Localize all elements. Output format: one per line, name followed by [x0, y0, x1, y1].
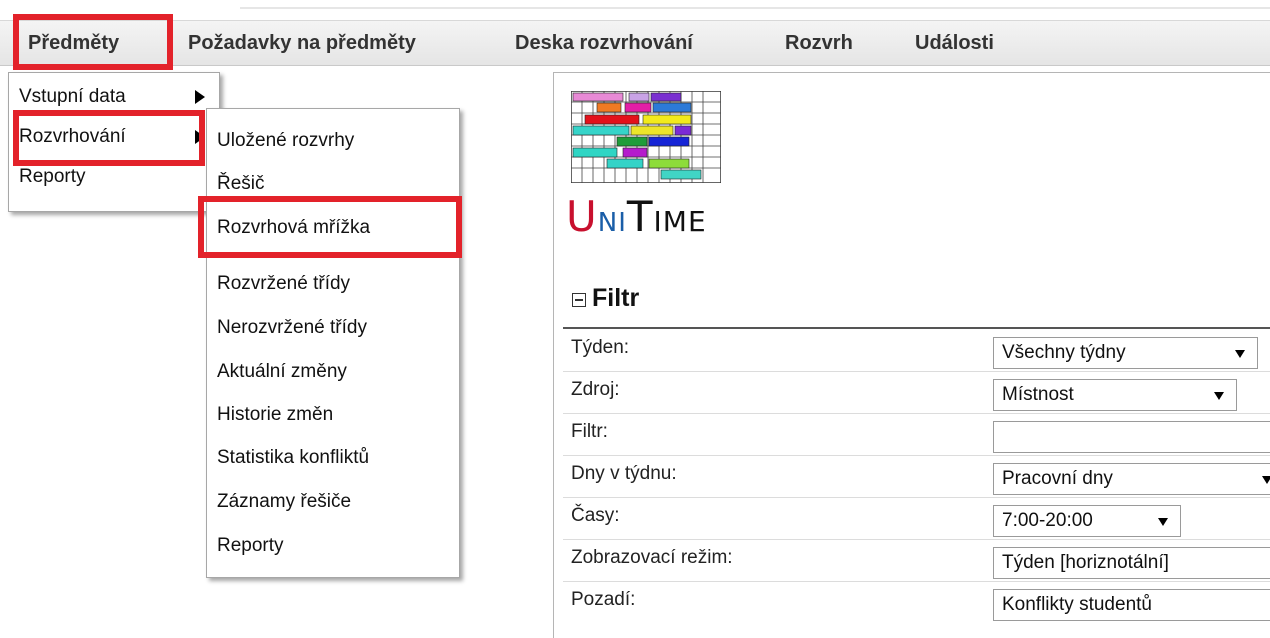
filter-label: Zobrazovací režim: — [571, 547, 733, 568]
chevron-down-icon — [1235, 350, 1245, 358]
menu-pozadavky-na-predmety[interactable]: Požadavky na předměty — [188, 21, 416, 65]
submenu-ulozene-rozvrhy[interactable]: Uložené rozvrhy — [207, 121, 459, 161]
menu-udalosti[interactable]: Události — [915, 21, 994, 65]
days-select[interactable]: Pracovní dny — [993, 463, 1270, 495]
logo-letters-ni: NI — [597, 208, 627, 238]
filter-row-tyden: Týden: Všechny týdny — [563, 329, 1270, 372]
menu-item-vstupni-data[interactable]: Vstupní data — [9, 77, 219, 117]
logo-letter-t: T — [626, 192, 654, 241]
chevron-right-icon — [195, 90, 205, 104]
submenu-rozvrhova-mrizka[interactable]: Rozvrhová mřížka — [207, 208, 459, 248]
times-select-value: 7:00-20:00 — [1002, 510, 1093, 531]
filter-row-filtr: Filtr: — [563, 413, 1270, 456]
menu-deska-rozvrhovani[interactable]: Deska rozvrhování — [515, 21, 693, 65]
menu-item-label: Rozvrhování — [19, 126, 126, 147]
display-mode-value: Týden [horiznotální] — [1002, 552, 1169, 573]
filter-title: Filtr — [592, 284, 640, 312]
logo-letters-ime: IME — [653, 205, 707, 238]
days-select-value: Pracovní dny — [1002, 468, 1113, 489]
filter-row-pozadi: Pozadí: Konflikty studentů — [563, 581, 1270, 623]
collapse-toggle-icon[interactable] — [572, 293, 586, 307]
submenu-aktualni-zmeny[interactable]: Aktuální změny — [207, 352, 459, 392]
filter-row-rezim: Zobrazovací režim: Týden [horiznotální] — [563, 539, 1270, 582]
main-menubar: Předměty Požadavky na předměty Deska roz… — [0, 20, 1270, 66]
unitime-wordmark: UNITIME — [566, 192, 707, 241]
rozvrhovani-submenu: Uložené rozvrhy Řešič Rozvrhová mřížka R… — [206, 108, 460, 578]
chevron-down-icon — [1214, 392, 1224, 400]
filter-label: Zdroj: — [571, 379, 620, 400]
display-mode-select[interactable]: Týden [horiznotální] — [993, 547, 1270, 579]
filter-row-dny: Dny v týdnu: Pracovní dny — [563, 455, 1270, 498]
chevron-right-icon — [195, 130, 205, 144]
logo-letter-u: U — [566, 192, 598, 241]
menu-item-label: Vstupní data — [19, 86, 126, 107]
menu-item-rozvrhovani[interactable]: Rozvrhování — [9, 117, 219, 157]
submenu-nerozvrzene-tridy[interactable]: Nerozvržené třídy — [207, 308, 459, 348]
resource-select[interactable]: Místnost — [993, 379, 1237, 411]
week-select[interactable]: Všechny týdny — [993, 337, 1258, 369]
filter-label: Týden: — [571, 337, 630, 358]
menu-rozvrh[interactable]: Rozvrh — [785, 21, 853, 65]
filter-row-casy: Časy: 7:00-20:00 — [563, 497, 1270, 540]
menu-item-label: Reporty — [19, 166, 86, 187]
filter-text-input[interactable] — [993, 421, 1270, 453]
unitime-logo-icon — [571, 91, 721, 183]
filter-label: Filtr: — [571, 421, 608, 442]
times-select[interactable]: 7:00-20:00 — [993, 505, 1181, 537]
filter-label: Časy: — [571, 505, 620, 526]
chevron-down-icon — [1158, 518, 1168, 526]
submenu-reporty[interactable]: Reporty — [207, 526, 459, 566]
submenu-zaznamy-resice[interactable]: Záznamy řešiče — [207, 482, 459, 522]
background-select[interactable]: Konflikty studentů — [993, 589, 1270, 621]
submenu-rozvrzene-tridy[interactable]: Rozvržené třídy — [207, 264, 459, 304]
resource-select-value: Místnost — [1002, 384, 1074, 405]
background-select-value: Konflikty studentů — [1002, 594, 1152, 615]
filter-label: Dny v týdnu: — [571, 463, 677, 484]
menu-predmety[interactable]: Předměty — [28, 21, 119, 65]
submenu-statistika-konfliktu[interactable]: Statistika konfliktů — [207, 438, 459, 478]
submenu-historie-zmen[interactable]: Historie změn — [207, 395, 459, 435]
week-select-value: Všechny týdny — [1002, 342, 1126, 363]
menu-item-reporty[interactable]: Reporty — [9, 157, 219, 197]
top-divider — [240, 7, 1270, 9]
filter-row-zdroj: Zdroj: Místnost — [563, 371, 1270, 414]
chevron-down-icon — [1262, 476, 1270, 484]
filter-label: Pozadí: — [571, 589, 636, 610]
predmety-dropdown: Vstupní data Rozvrhování Reporty — [8, 72, 220, 212]
submenu-resic[interactable]: Řešič — [207, 164, 459, 204]
